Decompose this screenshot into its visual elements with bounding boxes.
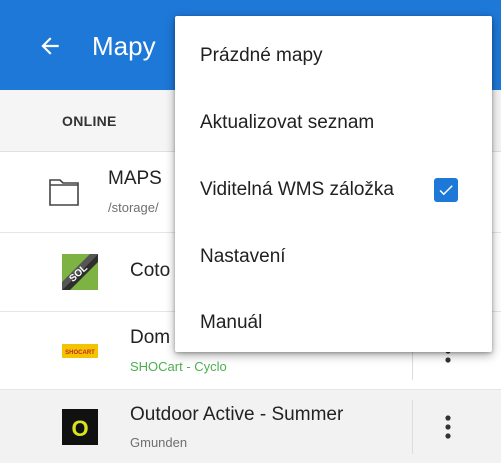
item-subtitle: Gmunden	[130, 435, 188, 450]
outdoor-active-icon: O	[62, 409, 98, 445]
overflow-menu: Prázdné mapy Aktualizovat seznam Viditel…	[175, 16, 492, 352]
menu-item-settings[interactable]: Nastavení	[175, 223, 492, 290]
shocart-logo-text: SHOCART	[65, 350, 95, 356]
sol-map-icon: SOL	[62, 254, 98, 290]
wms-tab-checkbox[interactable]	[434, 178, 458, 202]
folder-icon	[49, 179, 79, 206]
menu-item-label: Aktualizovat seznam	[200, 112, 375, 133]
outdoor-active-logo-text: O	[71, 416, 88, 441]
row-divider	[412, 400, 413, 454]
menu-item-refresh-list[interactable]: Aktualizovat seznam	[175, 89, 492, 156]
arrow-left-icon	[41, 37, 59, 55]
menu-item-visible-wms-tab[interactable]: Viditelná WMS záložka	[175, 156, 492, 223]
menu-item-label: Viditelná WMS záložka	[200, 179, 394, 200]
folder-name: MAPS	[108, 168, 162, 189]
menu-item-label: Prázdné mapy	[200, 45, 323, 66]
item-subtitle: SHOCart - Cyclo	[130, 359, 227, 374]
tab-online[interactable]: ONLINE	[62, 90, 117, 152]
item-title: Coto	[130, 260, 171, 281]
more-vert-icon[interactable]	[440, 412, 456, 442]
folder-path: /storage/	[108, 200, 159, 215]
check-icon	[439, 185, 453, 196]
list-item[interactable]: O Outdoor Active - Summer Gmunden	[0, 389, 501, 463]
menu-item-empty-maps[interactable]: Prázdné mapy	[175, 22, 492, 89]
menu-item-label: Manuál	[200, 312, 263, 333]
shocart-logo-icon: SHOCART	[62, 344, 98, 358]
menu-item-manual[interactable]: Manuál	[175, 289, 492, 356]
item-title: Dom	[130, 327, 171, 348]
page-title: Mapy	[92, 31, 156, 61]
item-title: Outdoor Active - Summer	[130, 404, 344, 425]
back-button[interactable]	[34, 30, 66, 62]
menu-item-label: Nastavení	[200, 246, 286, 267]
